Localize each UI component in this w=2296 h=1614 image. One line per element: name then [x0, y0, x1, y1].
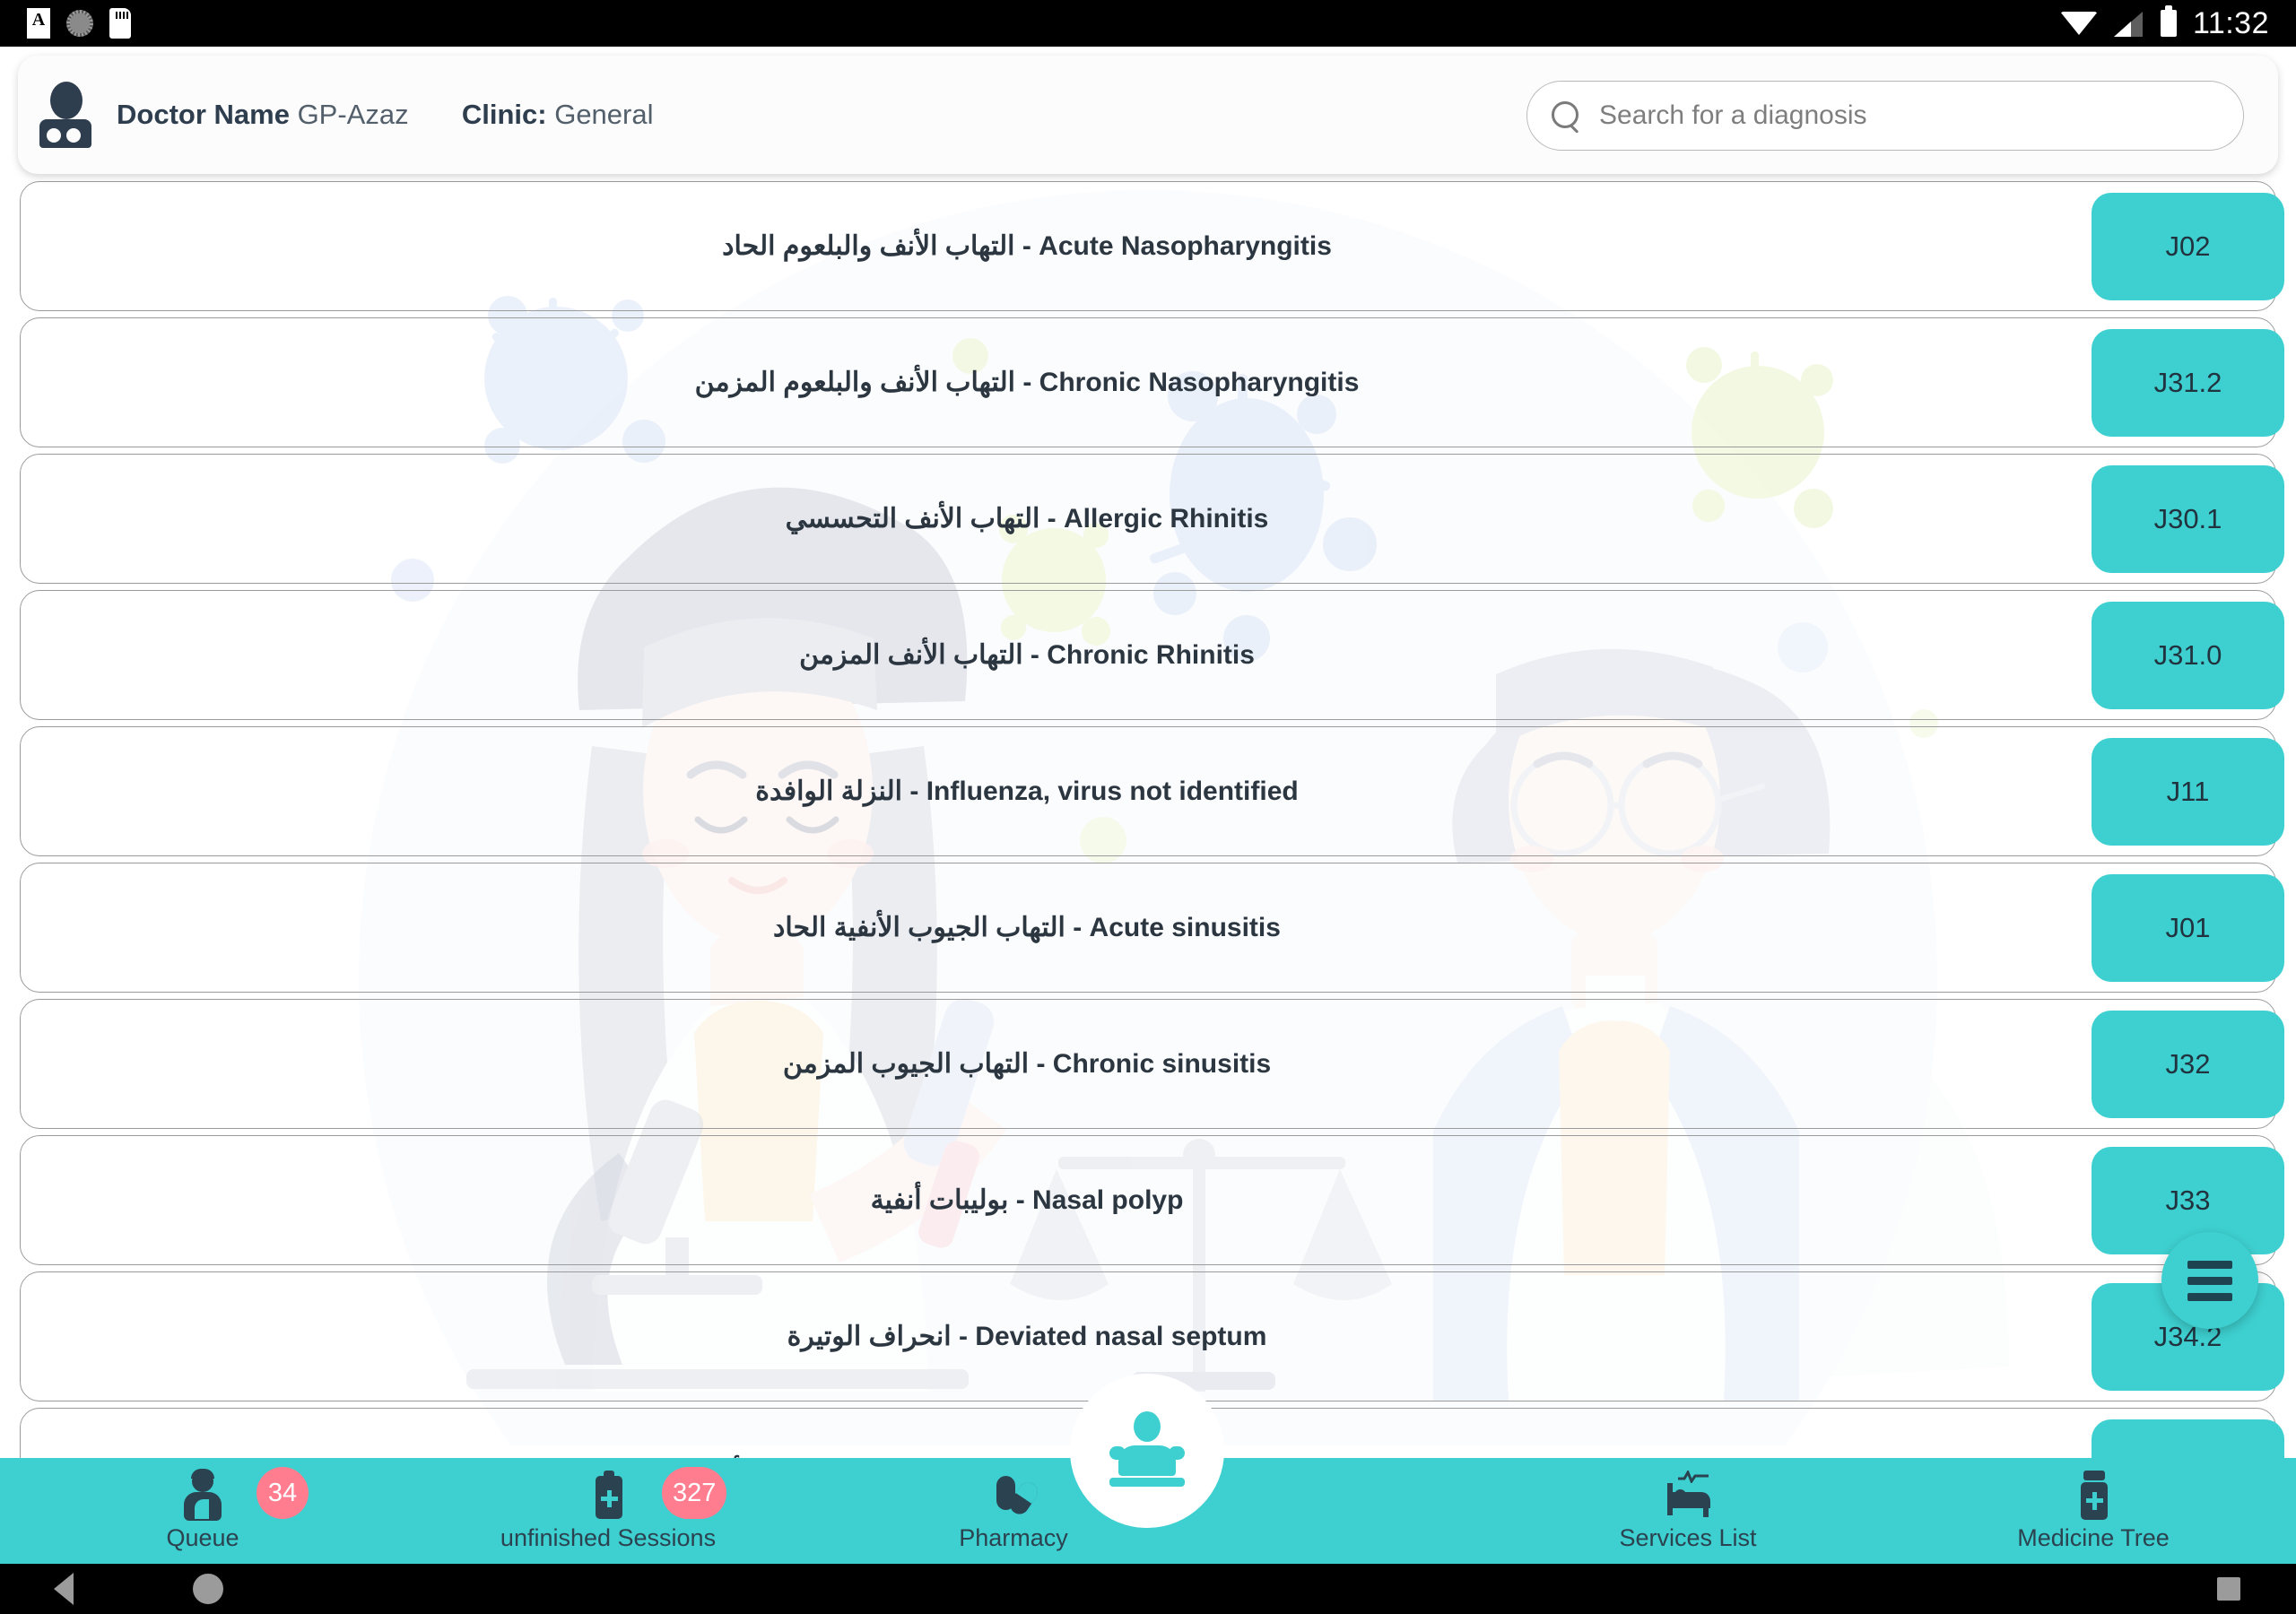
medicine-bottle-icon	[2067, 1470, 2119, 1521]
status-bar-left-icons: A	[27, 8, 131, 39]
hamburger-menu-icon	[2187, 1260, 2232, 1269]
nav-item-center-spacer	[1216, 1458, 1485, 1564]
hospital-bed-icon	[1662, 1470, 1714, 1521]
search-icon	[1551, 100, 1581, 131]
diagnosis-row[interactable]: Influenza, virus not identified - النزلة…	[20, 726, 2284, 856]
battery-icon	[2160, 5, 2177, 37]
wifi-icon	[2059, 12, 2098, 35]
app-header: Doctor Name GP-Azaz Clinic: General Sear…	[18, 56, 2278, 174]
sd-card-icon	[109, 8, 131, 39]
text-input-a-icon: A	[27, 8, 50, 39]
diagnosis-title: Influenza, virus not identified - النزلة…	[755, 777, 1299, 806]
diagnosis-row[interactable]: Allergic Rhinitis - التهاب الأنف التحسسي…	[20, 454, 2284, 584]
android-navigation-bar	[0, 1564, 2296, 1614]
nav-item-queue[interactable]: Queue 34	[0, 1458, 405, 1564]
doctor-info-block: Doctor Name GP-Azaz Clinic: General	[18, 82, 654, 148]
diagnosis-title: Acute sinusitis - التهاب الجيوب الأنفية …	[773, 913, 1281, 942]
diagnosis-code-badge[interactable]: J30.1	[2092, 465, 2284, 573]
doctor-name-value: GP-Azaz	[297, 99, 409, 130]
nav-item-medicine-tree[interactable]: Medicine Tree	[1891, 1458, 2296, 1564]
nav-label-queue: Queue	[166, 1523, 239, 1551]
hamburger-menu-icon	[2187, 1292, 2232, 1301]
doctor-stethoscope-icon	[38, 82, 93, 148]
clipboard-plus-icon	[582, 1470, 634, 1521]
pills-icon	[987, 1471, 1041, 1521]
new-session-fab-button[interactable]	[1070, 1374, 1224, 1528]
diagnosis-row[interactable]: Acute sinusitis - التهاب الجيوب الأنفية …	[20, 863, 2284, 993]
app-root: A 11:32 Doctor Name GP-Azaz Clinic: Gene…	[0, 0, 2296, 1614]
diagnosis-title: Chronic Nasopharyngitis - التهاب الأنف و…	[694, 368, 1360, 397]
search-placeholder: Search for a diagnosis	[1599, 100, 1867, 130]
app-surface: Doctor Name GP-Azaz Clinic: General Sear…	[0, 47, 2296, 1564]
recents-square-icon[interactable]	[2217, 1577, 2240, 1601]
diagnosis-title: Deviated nasal septum - انحراف الوتيرة	[787, 1322, 1267, 1351]
nav-label-medicine-tree: Medicine Tree	[2017, 1523, 2170, 1551]
back-triangle-icon[interactable]	[54, 1573, 74, 1605]
diagnosis-title: Acute Nasopharyngitis - التهاب الأنف وال…	[722, 231, 1332, 261]
diagnosis-code-badge[interactable]: J31.0	[2092, 602, 2284, 709]
diagnosis-row[interactable]: Chronic sinusitis - التهاب الجيوب المزمن…	[20, 999, 2284, 1129]
status-bar-clock: 11:32	[2192, 5, 2269, 40]
diagnosis-row[interactable]: Chronic Nasopharyngitis - التهاب الأنف و…	[20, 317, 2284, 447]
diagnosis-title: Nasal polyp - بوليبات أنفية	[870, 1185, 1184, 1215]
android-status-bar: A 11:32	[0, 0, 2296, 47]
diagnosis-row[interactable]: Chronic Rhinitis - التهاب الأنف المزمن J…	[20, 590, 2284, 720]
queue-badge-count: 34	[257, 1467, 309, 1519]
diagnosis-title: Chronic sinusitis - التهاب الجيوب المزمن	[782, 1049, 1272, 1079]
search-input[interactable]: Search for a diagnosis	[1526, 81, 2244, 151]
doctor-info-text: Doctor Name GP-Azaz Clinic: General	[117, 99, 654, 131]
doctor-name-label: Doctor Name	[117, 99, 290, 130]
diagnosis-code-badge[interactable]: J01	[2092, 874, 2284, 982]
diagnosis-row[interactable]: Nasal polyp - بوليبات أنفية J33	[20, 1135, 2284, 1265]
nav-item-unfinished-sessions[interactable]: unfinished Sessions 327	[405, 1458, 811, 1564]
patient-bed-icon	[1104, 1410, 1190, 1492]
diagnosis-title: Chronic Rhinitis - التهاب الأنف المزمن	[799, 640, 1255, 670]
unfinished-sessions-badge-count: 327	[662, 1467, 727, 1519]
status-bar-right-icons: 11:32	[2059, 5, 2269, 41]
hamburger-menu-icon	[2187, 1276, 2232, 1285]
cellular-signal-icon	[2113, 10, 2144, 37]
nav-label-services-list: Services List	[1619, 1523, 1757, 1551]
diagnosis-list[interactable]: Acute Nasopharyngitis - التهاب الأنف وال…	[0, 181, 2296, 1486]
clinic-value: General	[554, 99, 654, 130]
queue-person-icon	[177, 1468, 229, 1521]
menu-fab-button[interactable]	[2161, 1232, 2258, 1329]
sync-spinner-icon	[66, 10, 93, 37]
nav-item-services-list[interactable]: Services List	[1485, 1458, 1891, 1564]
diagnosis-code-badge[interactable]: J32	[2092, 1011, 2284, 1118]
diagnosis-title: Allergic Rhinitis - التهاب الأنف التحسسي	[785, 504, 1269, 534]
nav-label-pharmacy: Pharmacy	[959, 1523, 1068, 1551]
home-circle-icon[interactable]	[193, 1574, 223, 1604]
clinic-label: Clinic:	[461, 99, 547, 130]
diagnosis-code-badge[interactable]: J11	[2092, 738, 2284, 846]
diagnosis-code-badge[interactable]: J31.2	[2092, 329, 2284, 437]
diagnosis-row[interactable]: Acute Nasopharyngitis - التهاب الأنف وال…	[20, 181, 2284, 311]
diagnosis-code-badge[interactable]: J02	[2092, 193, 2284, 300]
nav-label-unfinished-sessions: unfinished Sessions	[500, 1523, 717, 1551]
